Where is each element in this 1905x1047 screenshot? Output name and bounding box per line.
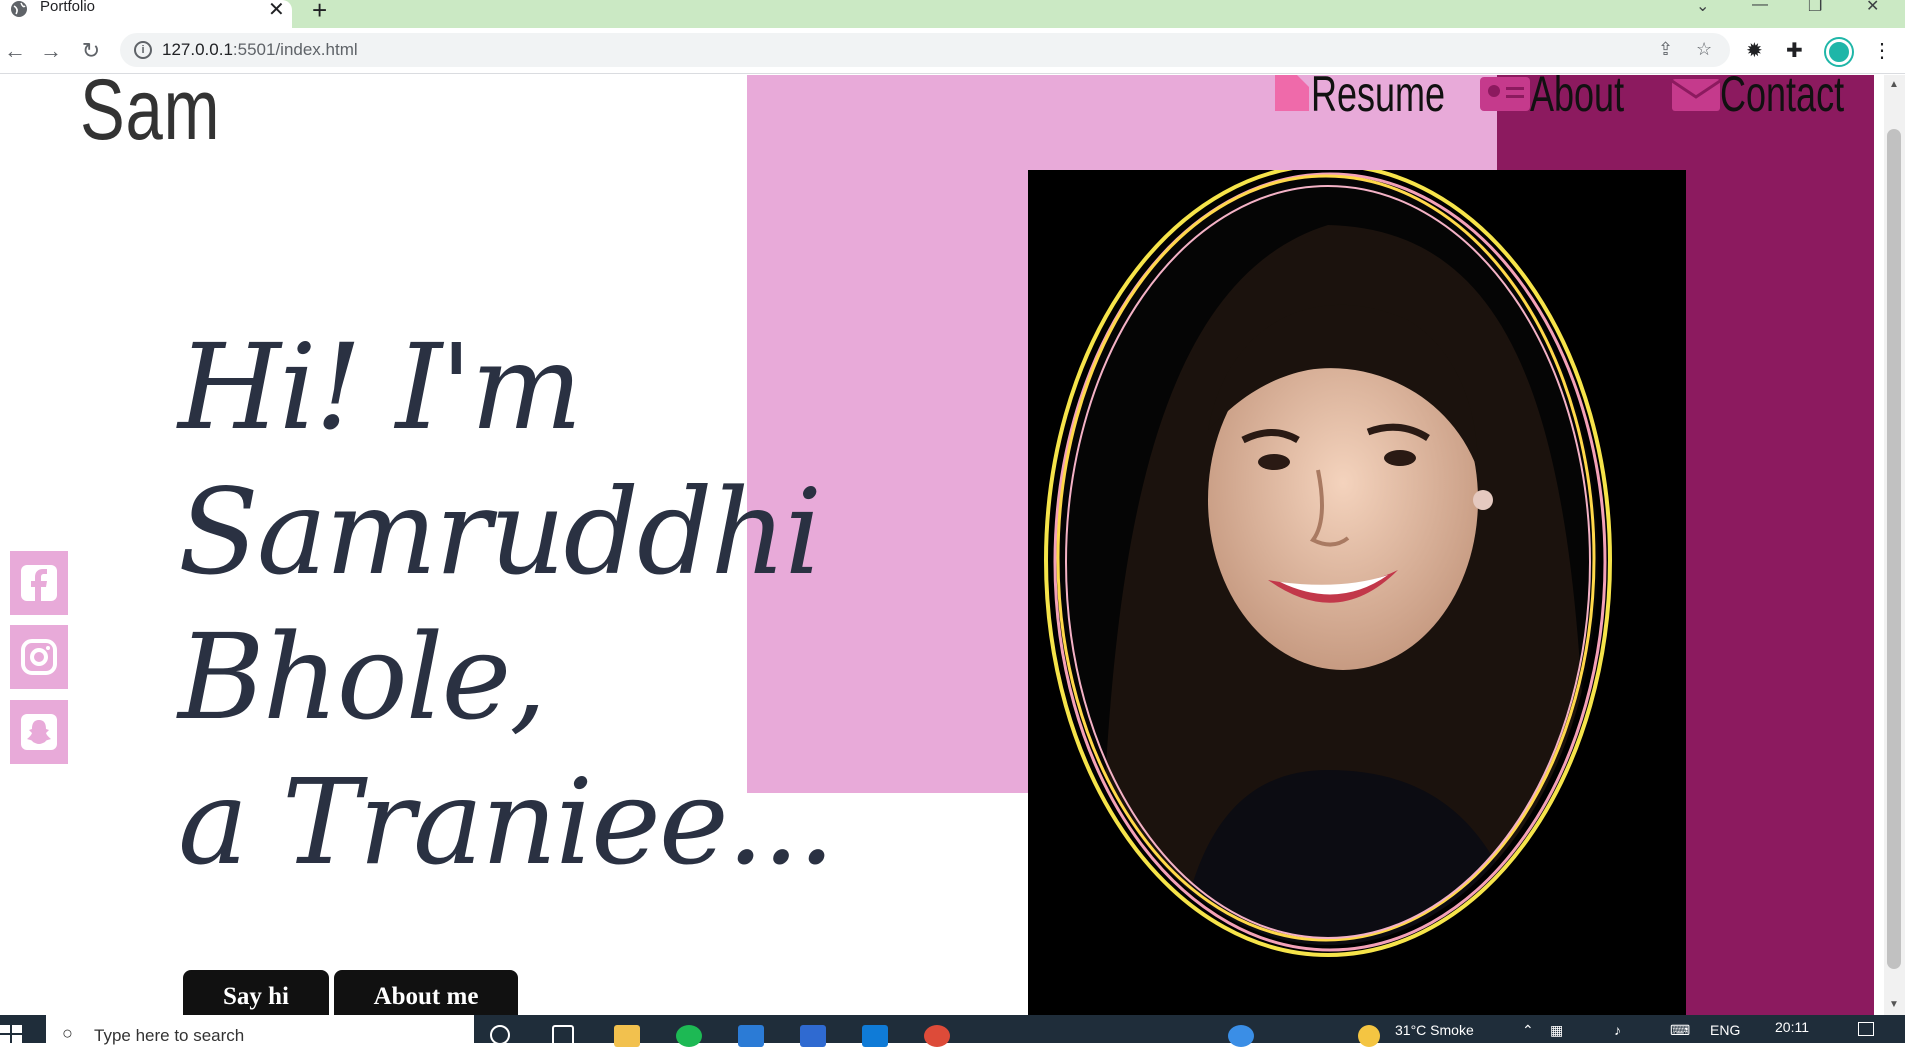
share-icon[interactable]: ⇪: [1658, 39, 1673, 60]
hero-line: Bhole,: [178, 608, 547, 746]
tab-search-icon[interactable]: ⌄: [1696, 0, 1709, 16]
web-page: Sam Resume About Contact Hi! I'm Samrudd…: [0, 75, 1884, 1015]
say-hi-button[interactable]: Say hi: [183, 970, 329, 1015]
extensions-puzzle-icon[interactable]: ✚: [1786, 38, 1803, 63]
forward-icon[interactable]: →: [36, 36, 66, 66]
nav-contact-label: Contact: [1720, 75, 1845, 122]
about-me-button[interactable]: About me: [334, 970, 518, 1015]
facebook-icon: [21, 565, 57, 601]
windows-start-icon[interactable]: [0, 1025, 22, 1043]
file-icon: [1275, 75, 1309, 111]
nav-about[interactable]: About: [1480, 75, 1661, 125]
profile-avatar[interactable]: [1826, 39, 1852, 65]
scroll-thumb[interactable]: [1887, 129, 1901, 969]
chrome-icon[interactable]: [924, 1025, 950, 1047]
file-explorer-icon[interactable]: [614, 1025, 640, 1047]
profile-photo: [1028, 163, 1686, 1015]
clock-time[interactable]: 20:11: [1775, 1019, 1809, 1035]
globe-icon: [11, 1, 27, 17]
task-view-icon[interactable]: [552, 1025, 574, 1047]
weather-text[interactable]: 31°C Smoke: [1395, 1022, 1474, 1038]
address-bar[interactable]: i 127.0.0.1:5501/index.html ⇪ ☆: [120, 33, 1730, 67]
weather-icon: [1358, 1025, 1380, 1047]
minimize-icon[interactable]: —: [1752, 0, 1768, 14]
back-icon[interactable]: ←: [0, 36, 30, 66]
extension-bug-icon[interactable]: ✹: [1746, 38, 1763, 63]
notifications-icon[interactable]: [1858, 1022, 1874, 1036]
scroll-down-icon[interactable]: ▼: [1889, 999, 1899, 1010]
webex-icon[interactable]: [800, 1025, 826, 1047]
tab-close-icon[interactable]: ✕: [268, 0, 285, 22]
hero-line: Hi! I'm: [178, 318, 583, 456]
menu-kebab-icon[interactable]: ⋮: [1872, 38, 1892, 63]
site-info-icon[interactable]: i: [134, 41, 152, 59]
browser-toolbar: ← → ↻ i 127.0.0.1:5501/index.html ⇪ ☆ ✹ …: [0, 28, 1905, 74]
windows-taskbar: ○ Type here to search 31°C Smoke ⌃ ▦ ♪ ⌨…: [0, 1015, 1905, 1047]
tab-title: Portfolio: [40, 0, 96, 15]
spotify-icon[interactable]: [676, 1025, 702, 1047]
language-indicator[interactable]: ENG: [1710, 1022, 1740, 1038]
social-instagram[interactable]: [10, 625, 68, 689]
hero-heading: Hi! I'm Samruddhi Bhole, a Traniee...: [178, 315, 835, 895]
envelope-icon: [1672, 79, 1720, 111]
snapchat-icon: [21, 714, 57, 750]
reload-icon[interactable]: ↻: [76, 36, 106, 66]
window-close-icon[interactable]: ✕: [1866, 0, 1879, 16]
search-icon: ○: [62, 1023, 73, 1043]
nav-contact[interactable]: Contact: [1672, 75, 1884, 125]
taskbar-search[interactable]: ○ Type here to search: [46, 1015, 474, 1045]
restore-icon[interactable]: ❐: [1808, 0, 1822, 16]
nav-resume-label: Resume: [1311, 75, 1446, 122]
browser-tab[interactable]: Portfolio ✕: [0, 0, 292, 28]
nav-about-label: About: [1530, 75, 1625, 122]
cortana-icon[interactable]: [490, 1025, 510, 1045]
site-logo[interactable]: Sam: [80, 75, 220, 160]
user-card-icon: [1480, 77, 1530, 111]
portrait-image: [1044, 163, 1612, 957]
nav-resume[interactable]: Resume: [1275, 75, 1497, 125]
url-text: 127.0.0.1:5501/index.html: [162, 40, 358, 59]
volume-icon[interactable]: ♪: [1614, 1022, 1621, 1038]
tray-chevron-icon[interactable]: ⌃: [1522, 1022, 1534, 1039]
instagram-icon: [21, 639, 57, 675]
browser-tab-strip: Portfolio ✕ + ⌄ — ❐ ✕: [0, 0, 1905, 28]
social-snapchat[interactable]: [10, 700, 68, 764]
help-icon[interactable]: [1228, 1025, 1254, 1047]
vscode-icon[interactable]: [862, 1025, 888, 1047]
network-icon[interactable]: ▦: [1550, 1022, 1563, 1039]
hero-line: a Traniee...: [178, 753, 835, 891]
keyboard-icon[interactable]: ⌨: [1670, 1022, 1690, 1039]
search-placeholder: Type here to search: [94, 1026, 245, 1045]
flag-app-icon[interactable]: [738, 1025, 764, 1047]
scroll-up-icon[interactable]: ▲: [1889, 79, 1899, 90]
new-tab-button[interactable]: +: [312, 0, 327, 26]
page-scrollbar[interactable]: ▲ ▼: [1884, 75, 1905, 1015]
hero-line: Samruddhi: [178, 463, 822, 601]
bookmark-star-icon[interactable]: ☆: [1696, 39, 1712, 60]
social-facebook[interactable]: [10, 551, 68, 615]
